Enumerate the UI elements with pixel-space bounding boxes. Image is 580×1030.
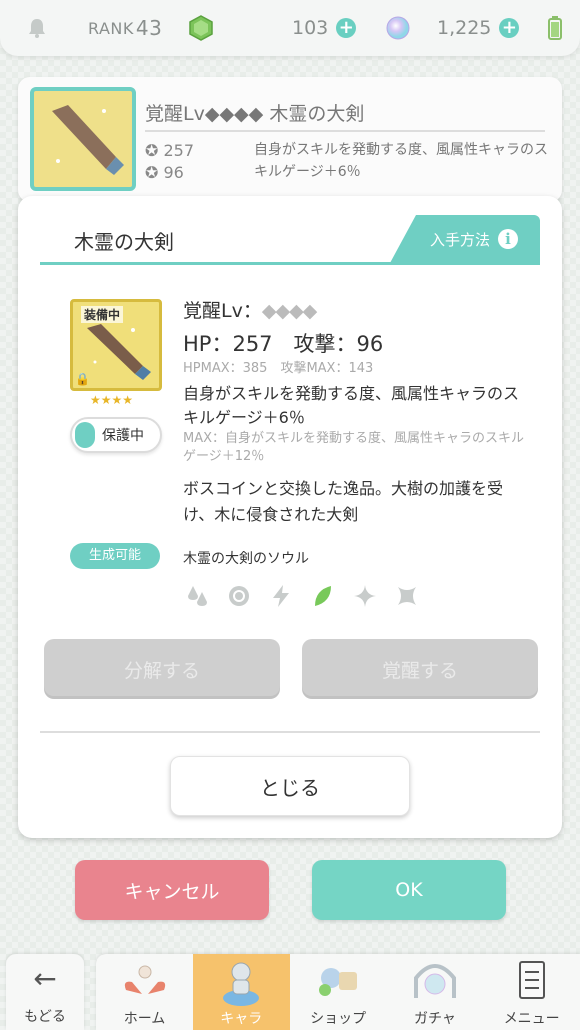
shop-icon <box>290 960 387 1008</box>
skill-description: 自身がスキルを発動する度、風属性キャラのスキルゲージ＋6％ <box>183 384 520 427</box>
back-arrow-icon: ← <box>33 962 57 995</box>
protect-label: 保護中 <box>102 428 144 444</box>
rank-value: 43 <box>135 16 163 40</box>
title-underline <box>40 262 540 265</box>
leaf-icon <box>309 582 337 610</box>
protect-toggle[interactable]: 保護中 <box>70 417 162 453</box>
rank-display: RANK 43 <box>88 0 162 56</box>
max-stats: HPMAX：385 攻撃MAX：143 <box>183 361 374 376</box>
obtain-method-button[interactable]: 入手方法 i <box>390 215 540 263</box>
cancel-button[interactable]: キャンセル <box>75 860 269 920</box>
weapon-thumbnail <box>30 87 136 191</box>
menu-icon <box>483 960 580 1010</box>
summary-atk: ✪ 96 <box>145 163 184 182</box>
lightning-icon <box>267 582 295 610</box>
skill-max-description: MAX：自身がスキルを発動する度、風属性キャラのスキルゲージ＋12％ <box>183 431 525 464</box>
awaken-button[interactable]: 覚醒する <box>302 639 538 699</box>
add-currency2-button[interactable]: + <box>499 18 520 38</box>
weapon-icon[interactable]: 装備中 🔒 <box>70 299 162 391</box>
rank-label: RANK <box>88 18 134 38</box>
back-label: もどる <box>24 1009 66 1025</box>
ring-icon <box>225 582 253 610</box>
gacha-icon <box>386 960 483 1008</box>
craftable-badge: 生成可能 <box>70 543 160 569</box>
currency1-display: 103 + <box>292 0 357 56</box>
rainbow-gem-icon <box>386 0 410 56</box>
fire-drops-icon <box>183 582 211 610</box>
rarity-stars: ★★★★ <box>90 393 134 407</box>
nav-home[interactable]: ホーム <box>96 954 193 1030</box>
decompose-button[interactable]: 分解する <box>44 639 280 699</box>
home-icon <box>96 960 193 1008</box>
battery-icon <box>548 0 562 56</box>
summary-hp: ✪ 257 <box>145 141 195 160</box>
soul-name: 木霊の大剣のソウル <box>183 551 309 567</box>
hp-atk-stats: HP：257 攻撃：96 <box>183 332 384 356</box>
currency2-display: 1,225 + <box>437 0 520 56</box>
add-currency1-button[interactable]: + <box>336 18 357 38</box>
modal-divider <box>40 731 540 733</box>
sparkle-icon <box>351 582 379 610</box>
summary-desc: 自身がスキルを発動する度、風属性キャラのスキルゲージ＋6％ <box>254 142 548 180</box>
flavor-text: ボスコインと交換した逸品。大樹の加護を受け、木に侵食された大剣 <box>183 479 504 524</box>
currency1-value: 103 <box>292 17 329 39</box>
back-button[interactable]: ← もどる <box>6 954 84 1030</box>
weapon-detail-modal: 木霊の大剣 入手方法 i 装備中 🔒 ★★★★ 保護中 覚醒Lv：◆◆◆◆ HP… <box>18 196 562 838</box>
bell-icon[interactable] <box>26 0 48 56</box>
awaken-diamonds: ◆◆◆◆ <box>261 300 317 322</box>
hp-icon: ✪ <box>145 141 159 160</box>
summary-title: 覚醒Lv◆◆◆◆ 木霊の大剣 <box>145 99 545 132</box>
nav-shop[interactable]: ショップ <box>290 954 387 1030</box>
star-shuriken-icon <box>393 582 421 610</box>
element-icons <box>183 582 421 610</box>
character-icon <box>193 960 290 1014</box>
weapon-summary-card: 覚醒Lv◆◆◆◆ 木霊の大剣 ✪ 257 ✪ 96 自身がスキルを発動する度、風… <box>18 77 562 202</box>
nav-bar: ホーム キャラ ショップ ガチャ メニュー <box>96 954 580 1030</box>
awaken-level: 覚醒Lv：◆◆◆◆ <box>183 300 317 322</box>
nav-gacha[interactable]: ガチャ <box>386 954 483 1030</box>
modal-title: 木霊の大剣 <box>74 230 174 254</box>
currency2-value: 1,225 <box>437 17 492 39</box>
info-icon: i <box>498 229 519 249</box>
toggle-knob <box>75 422 95 448</box>
ok-button[interactable]: OK <box>312 860 506 920</box>
nav-chara[interactable]: キャラ <box>192 954 290 1030</box>
status-bar: RANK 43 103 + 1,225 + <box>0 0 580 56</box>
atk-icon: ✪ <box>145 163 159 182</box>
nav-menu[interactable]: メニュー <box>483 954 580 1030</box>
green-gem-icon <box>188 0 214 56</box>
obtain-label: 入手方法 <box>430 230 491 249</box>
bottom-navigation: ← もどる ホーム キャラ ショップ ガチャ メニュー <box>0 946 580 1030</box>
close-button[interactable]: とじる <box>170 756 410 816</box>
lock-icon: 🔒 <box>75 372 90 386</box>
